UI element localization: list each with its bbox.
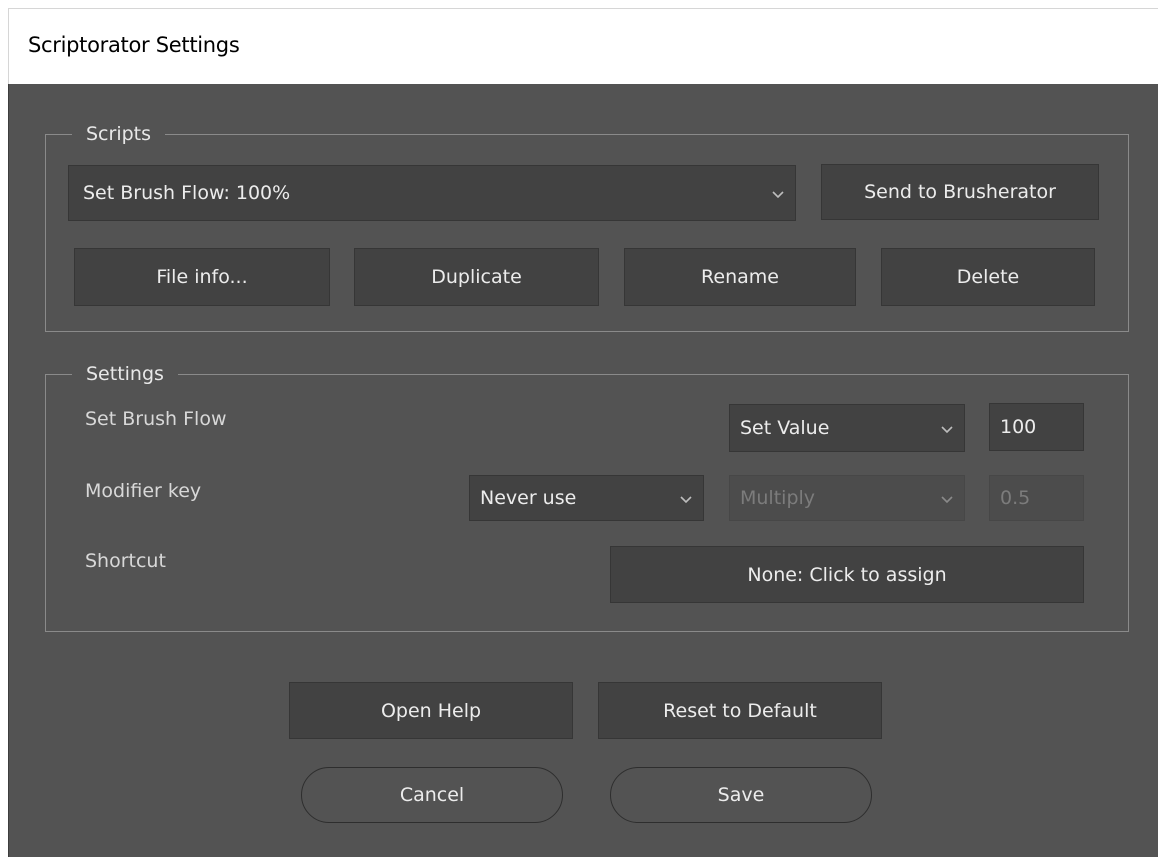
modifier-key-select-value: Never use: [480, 487, 577, 509]
modifier-amount-text: 0.5: [1000, 487, 1031, 509]
save-label: Save: [717, 784, 765, 806]
flow-value-text: 100: [1000, 416, 1037, 438]
open-help-label: Open Help: [380, 699, 482, 722]
cancel-button[interactable]: Cancel: [301, 767, 563, 823]
reset-to-default-label: Reset to Default: [663, 699, 817, 722]
mode-select-value: Set Value: [740, 417, 830, 439]
delete-label: Delete: [956, 266, 1020, 288]
delete-button[interactable]: Delete: [881, 248, 1095, 306]
chevron-down-icon: [941, 496, 953, 504]
brush-flow-label: Set Brush Flow: [85, 408, 227, 430]
duplicate-button[interactable]: Duplicate: [354, 248, 599, 306]
modifier-operation-value: Multiply: [740, 487, 816, 509]
script-select[interactable]: Set Brush Flow: 100%: [68, 165, 796, 221]
chevron-down-icon: [941, 426, 953, 434]
dialog-body: Scripts Set Brush Flow: 100% Send to Bru…: [8, 84, 1158, 857]
settings-group-title: Settings: [72, 359, 178, 389]
cancel-label: Cancel: [399, 784, 465, 806]
mode-select[interactable]: Set Value: [729, 404, 965, 452]
chevron-down-icon: [680, 496, 692, 504]
rename-label: Rename: [701, 266, 779, 288]
flow-value-input[interactable]: 100: [989, 403, 1084, 451]
modifier-key-label: Modifier key: [85, 480, 202, 502]
script-select-value: Set Brush Flow: 100%: [83, 182, 291, 204]
modifier-operation-select[interactable]: Multiply: [729, 475, 965, 521]
window-title: Scriptorator Settings: [28, 33, 240, 57]
file-info-label: File info...: [156, 266, 248, 288]
send-to-brusherator-label: Send to Brusherator: [864, 181, 1056, 203]
modifier-amount-input[interactable]: 0.5: [989, 475, 1084, 521]
rename-button[interactable]: Rename: [624, 248, 856, 306]
open-help-button[interactable]: Open Help: [289, 682, 573, 739]
send-to-brusherator-button[interactable]: Send to Brusherator: [821, 164, 1099, 220]
assign-shortcut-button[interactable]: None: Click to assign: [610, 546, 1084, 603]
shortcut-label: Shortcut: [85, 550, 166, 572]
modifier-key-select[interactable]: Never use: [469, 475, 704, 521]
settings-dialog: Scriptorator Settings Scripts Set Brush …: [0, 0, 1158, 857]
reset-to-default-button[interactable]: Reset to Default: [598, 682, 882, 739]
scripts-group-title: Scripts: [72, 119, 166, 149]
duplicate-label: Duplicate: [431, 266, 522, 288]
file-info-button[interactable]: File info...: [74, 248, 330, 306]
save-button[interactable]: Save: [610, 767, 872, 823]
chevron-down-icon: [772, 191, 784, 199]
assign-shortcut-label: None: Click to assign: [747, 563, 947, 586]
title-bar: Scriptorator Settings: [8, 8, 1158, 85]
